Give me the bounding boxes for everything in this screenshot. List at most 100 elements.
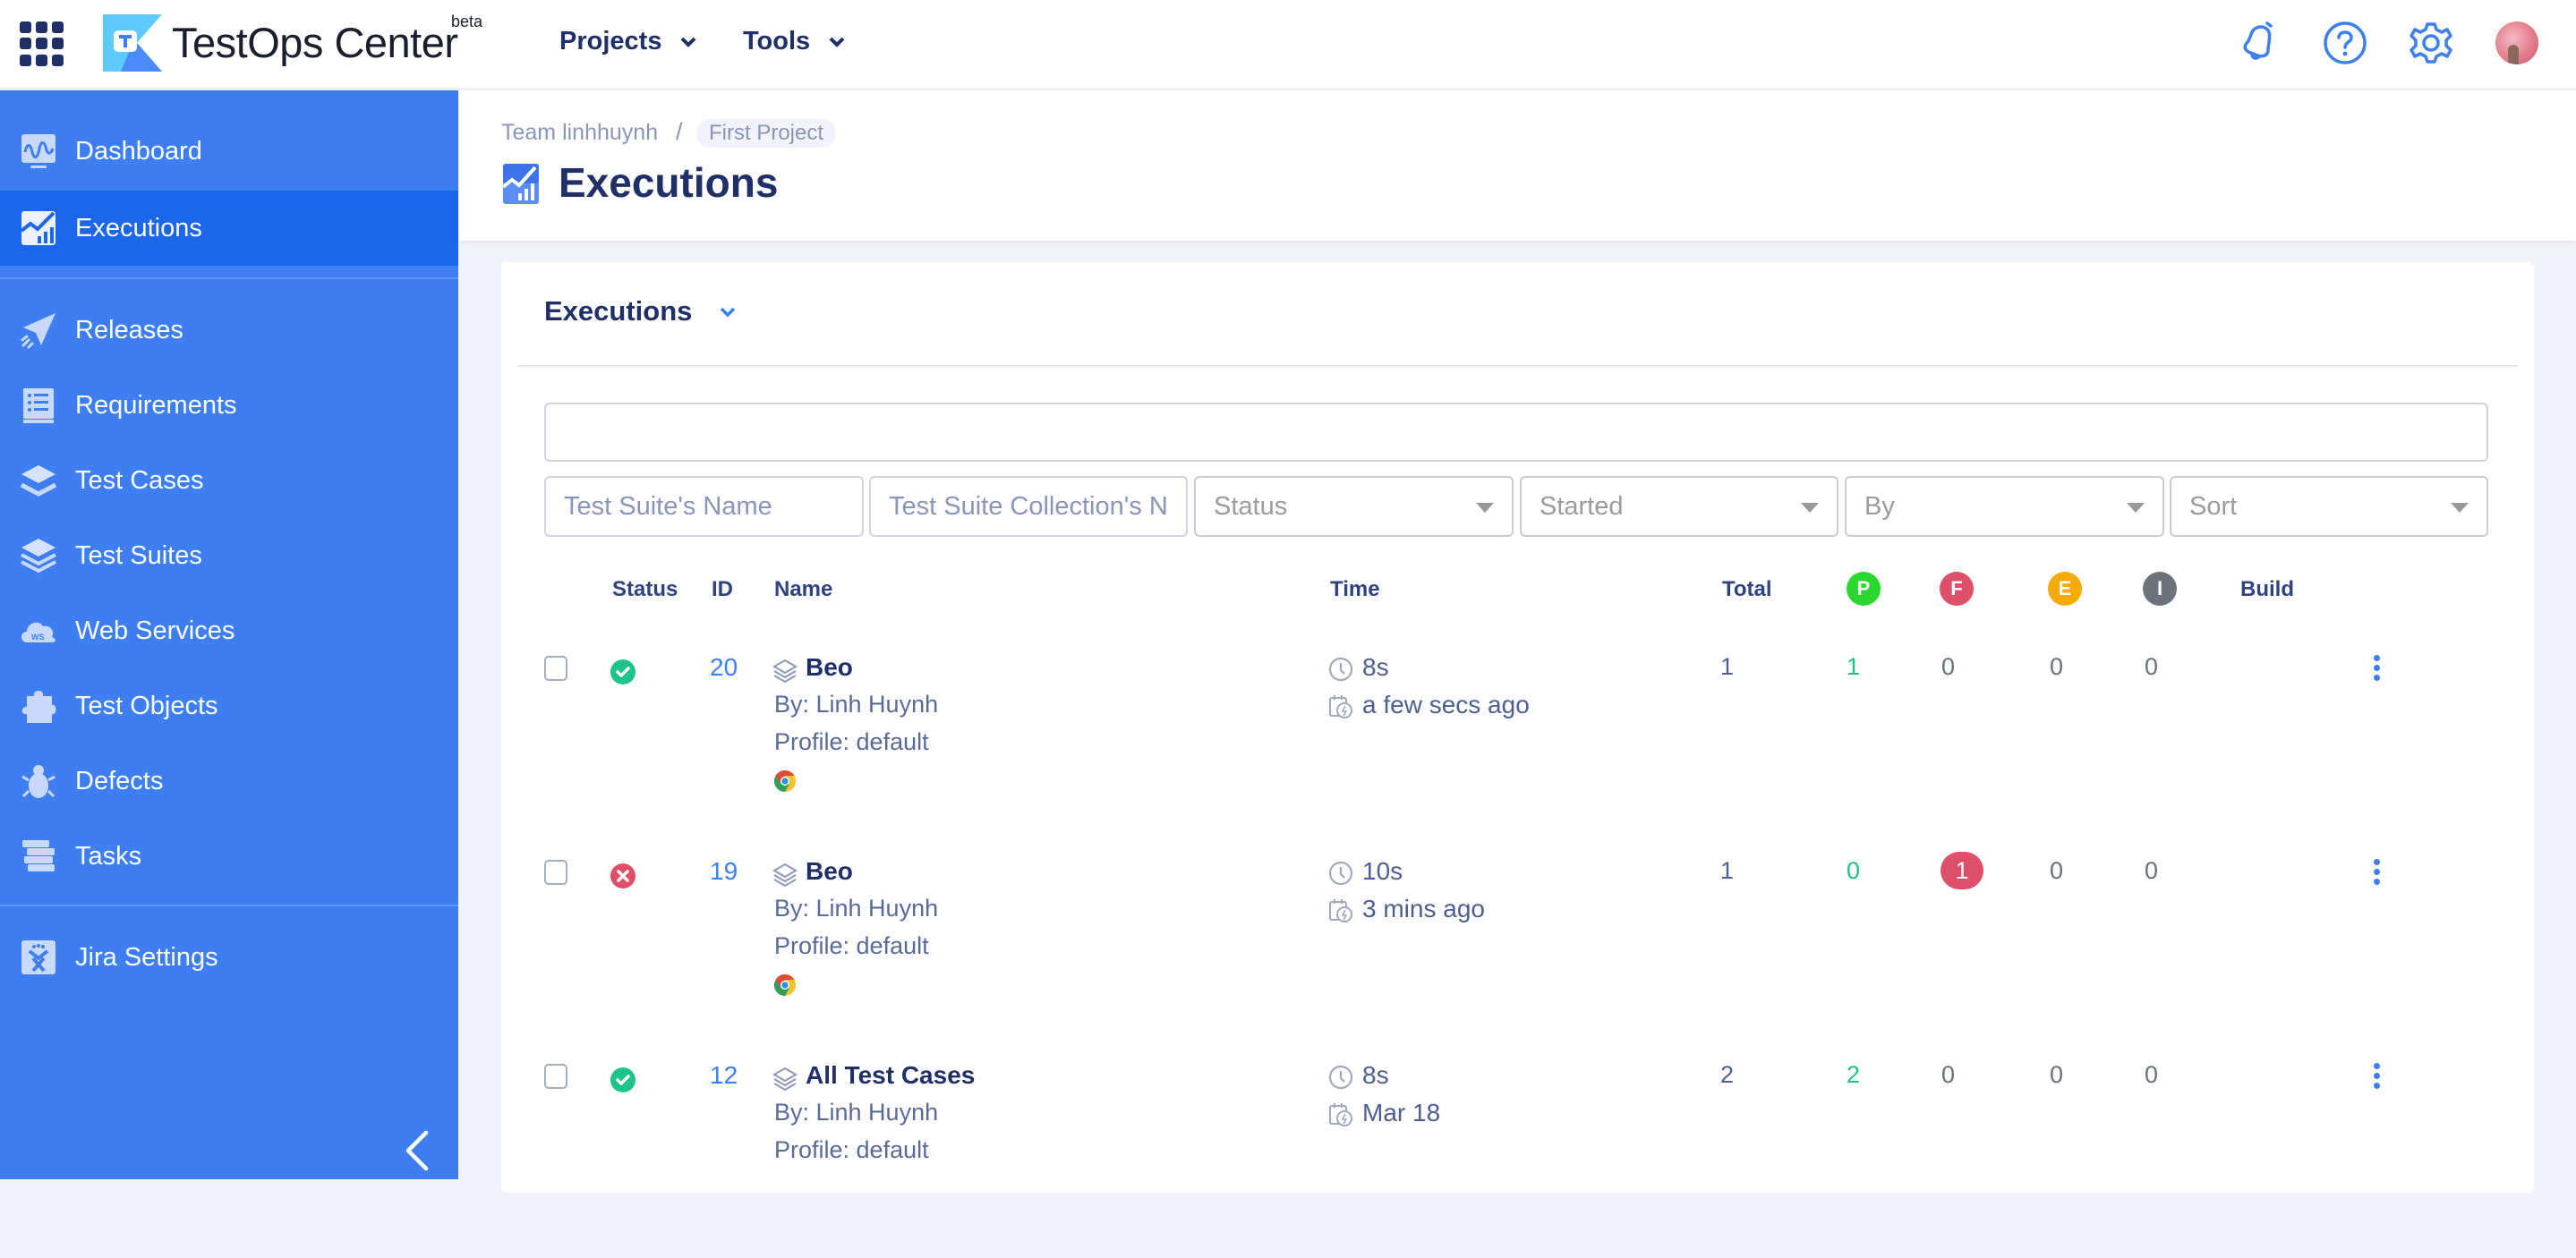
passed-status-icon (610, 659, 635, 684)
table-row[interactable]: 12 All Test Cases By: Linh Huynh Profile… (501, 1061, 2534, 1258)
executed-by: By: Linh Huynh (774, 1099, 939, 1126)
beta-badge: beta (451, 13, 483, 30)
suite-name-placeholder: Test Suite's Name (564, 491, 772, 521)
apps-grid-icon[interactable] (20, 21, 64, 66)
testops-logo[interactable] (103, 14, 162, 72)
sidebar-item-defects[interactable]: Defects (0, 744, 458, 819)
sidebar-item-jira-settings[interactable]: Jira Settings (0, 920, 458, 995)
started-select-value: Started (1540, 491, 1624, 521)
clock-icon (1328, 1065, 1353, 1090)
executed-by: By: Linh Huynh (774, 895, 939, 922)
execution-started: 3 mins ago (1362, 895, 1485, 922)
suite-name-filter[interactable]: Test Suite's Name (544, 476, 864, 537)
sidebar-item-tasks[interactable]: Tasks (0, 819, 458, 894)
more-options-icon[interactable] (2370, 859, 2383, 888)
bell-icon[interactable] (2236, 20, 2282, 66)
sort-select[interactable]: Sort (2170, 476, 2488, 537)
svg-text:WS: WS (31, 633, 45, 642)
sidebar-item-executions[interactable]: Executions (0, 191, 458, 266)
sidebar-item-test-objects[interactable]: Test Objects (0, 668, 458, 744)
test-suite-icon (772, 659, 798, 684)
execution-profile: Profile: default (774, 932, 929, 959)
sidebar-item-label: Executions (75, 213, 202, 242)
dropdown-arrow-icon (1801, 503, 1819, 513)
status-select-value: Status (1214, 491, 1288, 521)
sidebar-item-requirements[interactable]: Requirements (0, 368, 458, 443)
breadcrumb-project[interactable]: First Project (696, 119, 837, 148)
chrome-icon (773, 770, 796, 792)
breadcrumb-team[interactable]: Team linhhuynh (501, 120, 658, 146)
projects-menu[interactable]: Projects (559, 27, 697, 56)
sidebar-divider (0, 905, 458, 906)
gear-icon[interactable] (2408, 20, 2454, 66)
sidebar-item-label: Releases (75, 315, 183, 344)
calendar-clock-icon (1329, 1103, 1352, 1126)
col-header-name[interactable]: Name (774, 577, 832, 602)
avatar[interactable] (2495, 21, 2538, 64)
breadcrumb-separator: / (676, 118, 683, 145)
sidebar-item-test-suites[interactable]: Test Suites (0, 518, 458, 593)
execution-duration: 8s (1362, 1061, 1389, 1089)
chrome-icon (773, 974, 796, 996)
failed-count: 0 (1941, 653, 1956, 680)
col-header-passed[interactable]: P (1847, 572, 1881, 606)
started-select[interactable]: Started (1520, 476, 1838, 537)
passed-count: 1 (1847, 653, 1861, 680)
executions-view-dropdown[interactable]: Executions (544, 295, 692, 327)
sidebar-item-test-cases[interactable]: Test Cases (0, 443, 458, 518)
execution-name-link[interactable]: Beo (806, 857, 853, 886)
execution-id-link[interactable]: 12 (710, 1061, 738, 1090)
failed-count-badge: 1 (1941, 852, 1983, 889)
row-checkbox[interactable] (544, 860, 567, 885)
col-header-status[interactable]: Status (612, 577, 678, 602)
stack-icon (20, 537, 57, 574)
status-select[interactable]: Status (1194, 476, 1514, 537)
sidebar-item-label: Dashboard (75, 136, 202, 166)
list-icon (20, 387, 57, 424)
help-icon[interactable] (2322, 20, 2368, 66)
col-header-failed[interactable]: F (1940, 572, 1974, 606)
execution-profile: Profile: default (774, 728, 929, 755)
execution-started: a few secs ago (1362, 691, 1530, 718)
execution-id-link[interactable]: 19 (710, 857, 738, 886)
dropdown-arrow-icon (1476, 503, 1494, 513)
chevron-left-icon[interactable] (401, 1129, 433, 1172)
more-options-icon[interactable] (2370, 1063, 2383, 1092)
tools-menu[interactable]: Tools (743, 27, 846, 56)
sidebar-item-dashboard[interactable]: Dashboard (0, 114, 458, 189)
execution-name-link[interactable]: All Test Cases (806, 1061, 975, 1090)
executions-card: Executions Test Suite's Name Test Suite … (501, 262, 2534, 1193)
bug-icon (20, 762, 57, 800)
sidebar-item-releases[interactable]: Releases (0, 293, 458, 368)
sidebar-item-label: Jira Settings (75, 942, 218, 972)
sidebar-item-web-services[interactable]: WS Web Services (0, 593, 458, 668)
sidebar-item-label: Web Services (75, 616, 235, 645)
collection-name-filter[interactable]: Test Suite Collection's N (869, 476, 1188, 537)
clock-icon (1328, 657, 1353, 682)
execution-id-link[interactable]: 20 (710, 653, 738, 682)
by-select[interactable]: By (1845, 476, 2164, 537)
puzzle-icon (20, 687, 57, 725)
col-header-error[interactable]: E (2048, 572, 2082, 606)
failed-status-icon (610, 863, 635, 888)
col-header-build[interactable]: Build (2240, 577, 2294, 602)
col-header-time[interactable]: Time (1330, 577, 1380, 602)
col-header-id[interactable]: ID (712, 577, 733, 602)
incomplete-count: 0 (2145, 857, 2159, 884)
chevron-down-icon[interactable] (720, 307, 736, 318)
error-count: 0 (2050, 653, 2064, 680)
search-input[interactable] (544, 403, 2488, 462)
col-header-total[interactable]: Total (1722, 577, 1772, 602)
total-count: 2 (1720, 1061, 1735, 1088)
paper-plane-icon (20, 311, 57, 349)
row-checkbox[interactable] (544, 1064, 567, 1089)
brand-name: TestOps Center (172, 19, 458, 66)
page-title: Executions (559, 159, 779, 206)
execution-name-link[interactable]: Beo (806, 653, 853, 682)
table-row[interactable]: 19 Beo By: Linh Huynh Profile: default 1… (501, 852, 2534, 1054)
table-row[interactable]: 20 Beo By: Linh Huynh Profile: default 8… (501, 653, 2534, 850)
row-checkbox[interactable] (544, 656, 567, 681)
more-options-icon[interactable] (2370, 655, 2383, 684)
layers-icon (20, 462, 57, 499)
col-header-incomplete[interactable]: I (2143, 572, 2177, 606)
